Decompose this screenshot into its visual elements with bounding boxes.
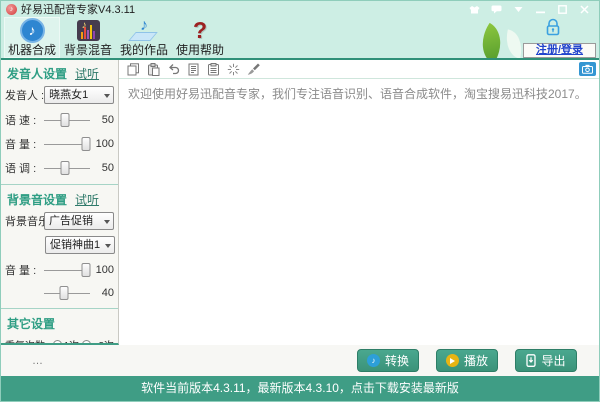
- editor-panel: 欢迎使用好易迅配音专家，我们专注语音识别、语音合成软件，淘宝搜易迅科技2017。: [119, 60, 599, 345]
- bg-music-category-select[interactable]: 广告促销: [44, 212, 114, 230]
- close-button[interactable]: [579, 5, 590, 14]
- other-settings-title: 其它设置: [7, 317, 56, 331]
- clear-icon[interactable]: [226, 62, 241, 77]
- pitch-slider-row: 语 调 : 50: [5, 160, 114, 176]
- toolbar-item-help[interactable]: ? 使用帮助: [172, 17, 228, 58]
- music-note-icon: ♪: [366, 354, 380, 367]
- bg-music-label: 背景音乐:: [5, 216, 44, 228]
- speed-label: 语 速 :: [5, 115, 37, 127]
- settings-sidebar: 发音人设置 试听 发音人 : 晓燕女1 语 速 : 50 音 量 : 100 语…: [1, 60, 119, 345]
- speaker-select-value: 晓燕女1: [49, 89, 89, 101]
- speed-slider[interactable]: [44, 113, 90, 127]
- background-settings-title: 背景音设置: [7, 193, 68, 207]
- play-button[interactable]: 播放: [436, 349, 498, 372]
- bg-music-track-value: 促销神曲1: [50, 239, 101, 251]
- undo-icon[interactable]: [166, 62, 181, 77]
- pitch-value: 50: [101, 162, 114, 174]
- copy-icon[interactable]: [126, 62, 141, 77]
- more-button[interactable]: …: [32, 355, 44, 367]
- music-note-circle-icon: ♪: [19, 17, 45, 43]
- bg-volume-slider[interactable]: [44, 263, 91, 277]
- toolbar-item-label: 机器合成: [7, 43, 56, 57]
- bg-volume-value: 100: [95, 264, 114, 276]
- slider-handle[interactable]: [81, 263, 91, 277]
- bg-mix-slider[interactable]: [44, 286, 90, 300]
- bg-volume-label: 音 量 :: [5, 265, 37, 277]
- toolbar-item-machine-synthesis[interactable]: ♪ 机器合成: [4, 17, 60, 58]
- pitch-label: 语 调 :: [5, 163, 37, 175]
- volume-slider[interactable]: [44, 137, 91, 151]
- app-logo-icon: ♪: [6, 3, 17, 15]
- bg-music-category-value: 广告促销: [49, 215, 93, 227]
- section-separator: [1, 308, 118, 309]
- export-icon: [526, 354, 537, 367]
- feedback-icon[interactable]: [491, 5, 502, 14]
- repeat-once-label[interactable]: 1次: [64, 337, 80, 343]
- repeat-count-row: 重复次数 : 1次 n?次: [5, 337, 114, 343]
- equalizer-music-icon: ♪: [76, 19, 100, 41]
- status-bar[interactable]: 软件当前版本4.3.11，最新版本4.3.10，点击下载安装最新版: [1, 376, 599, 401]
- export-button-label: 导出: [541, 354, 566, 368]
- chevron-down-icon: [105, 244, 111, 248]
- volume-slider-row: 音 量 : 100: [5, 136, 114, 152]
- toolbar-item-my-works[interactable]: ♪ 我的作品: [116, 17, 172, 58]
- action-bar: … ♪ 转换 播放 导出: [1, 345, 599, 376]
- speaker-label: 发音人 :: [5, 90, 45, 102]
- toolbar-item-label: 背景混音: [63, 43, 112, 57]
- app-window: ♪ 好易迅配音专家V4.3.11 ♪ 机器合成 ♪ 背景混音 ♪ 我的作品 ? …: [0, 0, 600, 402]
- speed-value: 50: [101, 114, 114, 126]
- skin-icon[interactable]: [469, 5, 480, 14]
- slider-handle[interactable]: [60, 113, 70, 127]
- background-preview-link[interactable]: 试听: [75, 191, 99, 208]
- save-icon[interactable]: [206, 62, 221, 77]
- slider-handle[interactable]: [81, 137, 91, 151]
- convert-button-label: 转换: [384, 354, 409, 368]
- minimize-button[interactable]: [535, 5, 546, 14]
- chevron-down-icon: [104, 220, 110, 224]
- chevron-down-icon: [104, 94, 111, 98]
- bg-mix-value: 40: [101, 287, 114, 299]
- voice-settings-title: 发音人设置: [7, 67, 68, 81]
- slider-handle[interactable]: [59, 286, 69, 300]
- question-mark-icon: ?: [192, 16, 208, 43]
- window-controls: [469, 5, 590, 14]
- convert-button[interactable]: ♪ 转换: [357, 349, 419, 372]
- speed-slider-row: 语 速 : 50: [5, 112, 114, 128]
- bg-music-track-select[interactable]: 促销神曲1: [45, 236, 115, 254]
- maximize-button[interactable]: [557, 5, 568, 14]
- play-button-label: 播放: [463, 354, 488, 368]
- repeat-count-label: 重复次数 :: [5, 337, 51, 343]
- text-editor-area[interactable]: 欢迎使用好易迅配音专家，我们专注语音识别、语音合成软件，淘宝搜易迅科技2017。: [119, 79, 599, 345]
- login-register-button[interactable]: 注册/登录: [523, 43, 596, 58]
- pitch-slider[interactable]: [44, 161, 90, 175]
- lock-icon: [543, 17, 563, 42]
- play-icon: [445, 354, 459, 367]
- version-status-text: 软件当前版本4.3.11，最新版本4.3.10，点击下载安装最新版: [141, 381, 459, 395]
- window-title: 好易迅配音专家V4.3.11: [21, 4, 136, 16]
- editor-toolbar: [119, 60, 599, 79]
- camera-icon[interactable]: [579, 62, 596, 76]
- volume-label: 音 量 :: [5, 139, 37, 151]
- paste-icon[interactable]: [146, 62, 161, 77]
- music-pad-icon: ♪: [128, 17, 158, 43]
- menu-caret-icon[interactable]: [513, 5, 524, 14]
- repeat-n-label[interactable]: n?次: [93, 337, 114, 343]
- toolbar-item-background-mix[interactable]: ♪ 背景混音: [60, 17, 116, 58]
- speaker-select[interactable]: 晓燕女1: [44, 86, 115, 104]
- volume-value: 100: [95, 138, 114, 150]
- slider-handle[interactable]: [60, 161, 70, 175]
- toolbar-item-label: 使用帮助: [175, 43, 224, 57]
- document-icon[interactable]: [186, 62, 201, 77]
- bg-mix-slider-row: 40: [5, 286, 114, 300]
- login-register-label: 注册/登录: [535, 44, 584, 56]
- welcome-text: 欢迎使用好易迅配音专家，我们专注语音识别、语音合成软件，淘宝搜易迅科技2017。: [128, 87, 587, 101]
- toolbar-item-label: 我的作品: [119, 43, 168, 57]
- voice-preview-link[interactable]: 试听: [75, 65, 99, 82]
- section-separator: [1, 184, 118, 185]
- bg-volume-slider-row: 音 量 : 100: [5, 262, 114, 278]
- brush-icon[interactable]: [246, 62, 261, 77]
- export-button[interactable]: 导出: [515, 349, 577, 372]
